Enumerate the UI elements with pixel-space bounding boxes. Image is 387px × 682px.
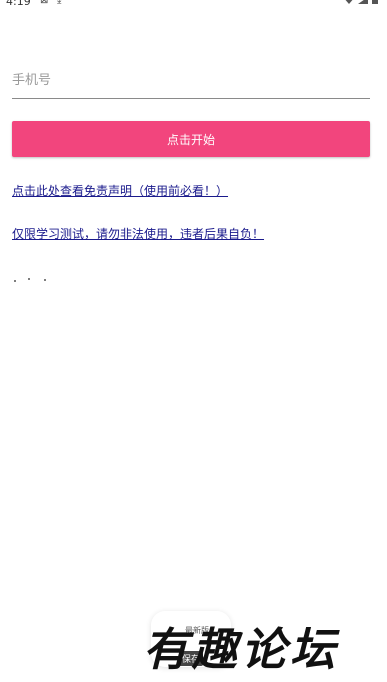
battery-icon <box>372 0 378 4</box>
status-right-icons <box>341 0 381 5</box>
status-time: 4:19 <box>6 0 31 8</box>
loading-dots <box>14 278 54 284</box>
toast-title: 最新版 <box>185 626 209 635</box>
warning-link[interactable]: 仅限学习测试，请勿非法使用，违者后果自负！ <box>12 225 264 242</box>
start-button[interactable]: 点击开始 <box>12 121 370 157</box>
dot <box>44 279 46 281</box>
disclaimer-link[interactable]: 点击此处查看免责声明（使用前必看！） <box>12 182 228 199</box>
update-toast[interactable]: 最新版 保存 <box>151 611 231 667</box>
phone-field[interactable] <box>12 62 370 99</box>
phone-input[interactable] <box>12 68 370 92</box>
status-bar: 4:19 ⊠ ⤓ <box>0 0 387 10</box>
download-icon: ⤓ <box>57 0 62 6</box>
signal-icon <box>358 0 368 4</box>
notification-icon: ⊠ <box>40 0 49 6</box>
wifi-icon <box>345 0 353 4</box>
dot <box>28 278 30 280</box>
start-button-label: 点击开始 <box>166 132 215 147</box>
dot <box>14 280 16 282</box>
toast-save-button[interactable]: 保存 <box>179 651 204 666</box>
